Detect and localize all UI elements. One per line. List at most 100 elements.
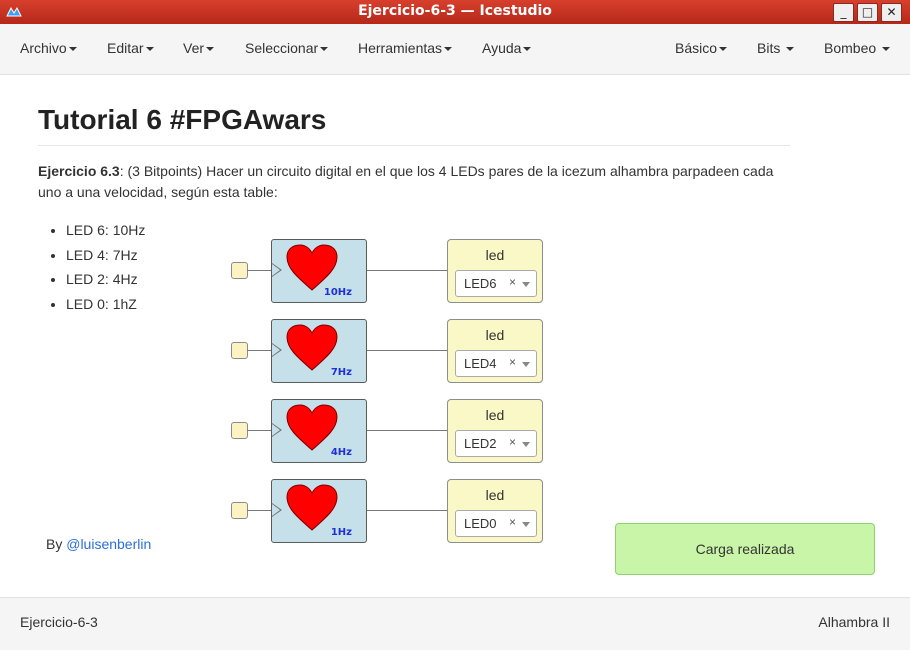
chevron-down-icon — [719, 47, 728, 52]
wire — [247, 430, 271, 431]
exercise-text: : (3 Bitpoints) Hacer un circuito digita… — [38, 163, 774, 200]
frequency-list: LED 6: 10Hz LED 4: 7Hz LED 2: 4Hz LED 0:… — [38, 220, 145, 318]
heart-blink-block[interactable]: 4Hz — [271, 399, 367, 463]
chevron-down-icon[interactable] — [522, 522, 530, 527]
maximize-button[interactable]: □ — [857, 3, 878, 22]
list-item: LED 0: 1hZ — [66, 294, 145, 319]
close-button[interactable]: ✕ — [881, 3, 902, 22]
byline-prefix: By — [46, 536, 67, 552]
led-pin-value: LED6 — [464, 276, 497, 291]
led-output-block[interactable]: led LED2 × — [447, 399, 543, 463]
menu-label: Ayuda — [482, 40, 522, 56]
project-name: Ejercicio-6-3 — [20, 614, 98, 630]
led-output-block[interactable]: led LED4 × — [447, 319, 543, 383]
menu-label: Básico — [675, 40, 718, 56]
led-block-label: led — [485, 327, 505, 343]
heart-blink-block[interactable]: 10Hz — [271, 239, 367, 303]
frequency-label: 10Hz — [323, 287, 352, 298]
menu-label: Ver — [183, 40, 205, 56]
menu-editar[interactable]: Editar — [107, 40, 154, 56]
upload-success-notification[interactable]: Carga realizada — [615, 523, 875, 575]
chevron-down-icon — [786, 47, 795, 52]
menu-label: Editar — [107, 40, 144, 56]
input-pin[interactable] — [231, 262, 248, 279]
chevron-down-icon[interactable] — [522, 282, 530, 287]
clear-icon[interactable]: × — [509, 355, 516, 369]
input-port-arrow-icon — [272, 263, 282, 277]
window-title: Ejercicio-6-3 — Icestudio — [358, 3, 552, 19]
menu-label: Herramientas — [358, 40, 443, 56]
menu-label: Bombeo — [824, 40, 877, 56]
menubar: Archivo Editar Ver Seleccionar Herramien… — [0, 24, 910, 75]
author-link[interactable]: @luisenberlin — [66, 536, 151, 552]
menu-bits[interactable]: Bits — [757, 40, 795, 56]
led-pin-select[interactable]: LED4 × — [455, 350, 537, 377]
heart-icon — [286, 404, 338, 451]
chevron-down-icon — [320, 47, 329, 52]
menu-herramientas[interactable]: Herramientas — [358, 40, 453, 56]
chevron-down-icon — [145, 47, 154, 52]
list-item: LED 4: 7Hz — [66, 245, 145, 270]
page-title: Tutorial 6 #FPGAwars — [38, 104, 327, 135]
led-block-label: led — [485, 407, 505, 423]
menu-seleccionar[interactable]: Seleccionar — [245, 40, 329, 56]
heart-icon — [286, 484, 338, 531]
minimize-button[interactable]: _ — [833, 3, 854, 22]
led-pin-value: LED0 — [464, 516, 497, 531]
menu-archivo[interactable]: Archivo — [20, 40, 77, 56]
frequency-label: 4Hz — [330, 447, 352, 458]
led-output-block[interactable]: led LED6 × — [447, 239, 543, 303]
chevron-down-icon — [882, 47, 891, 52]
clear-icon[interactable]: × — [509, 435, 516, 449]
led-pin-select[interactable]: LED2 × — [455, 430, 537, 457]
led-block-label: led — [485, 487, 505, 503]
menu-ver[interactable]: Ver — [183, 40, 215, 56]
frequency-label: 1Hz — [330, 527, 352, 538]
input-port-arrow-icon — [272, 343, 282, 357]
frequency-label: 7Hz — [330, 367, 352, 378]
exercise-label: Ejercicio 6.3 — [38, 163, 120, 179]
statusbar: Ejercicio-6-3 Alhambra II — [0, 597, 910, 650]
menu-label: Bits — [757, 40, 781, 56]
input-port-arrow-icon — [272, 423, 282, 437]
exercise-description: Ejercicio 6.3: (3 Bitpoints) Hacer un ci… — [38, 161, 788, 203]
menu-label: Seleccionar — [245, 40, 319, 56]
led-pin-value: LED4 — [464, 356, 497, 371]
chevron-down-icon — [444, 47, 453, 52]
led-block-label: led — [485, 247, 505, 263]
author-byline: By @luisenberlin — [46, 536, 151, 552]
heart-blink-block[interactable]: 1Hz — [271, 479, 367, 543]
heart-icon — [286, 324, 338, 371]
clear-icon[interactable]: × — [509, 515, 516, 529]
menu-basico[interactable]: Básico — [675, 40, 728, 56]
heart-blink-block[interactable]: 7Hz — [271, 319, 367, 383]
wire — [247, 350, 271, 351]
wire — [367, 350, 447, 351]
led-pin-select[interactable]: LED6 × — [455, 270, 537, 297]
chevron-down-icon[interactable] — [522, 442, 530, 447]
input-pin[interactable] — [231, 342, 248, 359]
window-titlebar[interactable]: Ejercicio-6-3 — Icestudio _ □ ✕ — [0, 0, 910, 24]
heart-icon — [286, 244, 338, 291]
wire — [367, 270, 447, 271]
input-port-arrow-icon — [272, 503, 282, 517]
board-name: Alhambra II — [818, 614, 890, 630]
wire — [367, 430, 447, 431]
chevron-down-icon — [68, 47, 77, 52]
title-divider — [38, 145, 790, 146]
wire — [247, 510, 271, 511]
wire — [247, 270, 271, 271]
chevron-down-icon — [206, 47, 215, 52]
clear-icon[interactable]: × — [509, 275, 516, 289]
led-pin-value: LED2 — [464, 436, 497, 451]
chevron-down-icon[interactable] — [522, 362, 530, 367]
chevron-down-icon — [523, 47, 532, 52]
led-pin-select[interactable]: LED0 × — [455, 510, 537, 537]
wire — [367, 510, 447, 511]
menu-ayuda[interactable]: Ayuda — [482, 40, 532, 56]
menu-label: Archivo — [20, 40, 67, 56]
input-pin[interactable] — [231, 502, 248, 519]
input-pin[interactable] — [231, 422, 248, 439]
menu-bombeo[interactable]: Bombeo — [824, 40, 891, 56]
led-output-block[interactable]: led LED0 × — [447, 479, 543, 543]
